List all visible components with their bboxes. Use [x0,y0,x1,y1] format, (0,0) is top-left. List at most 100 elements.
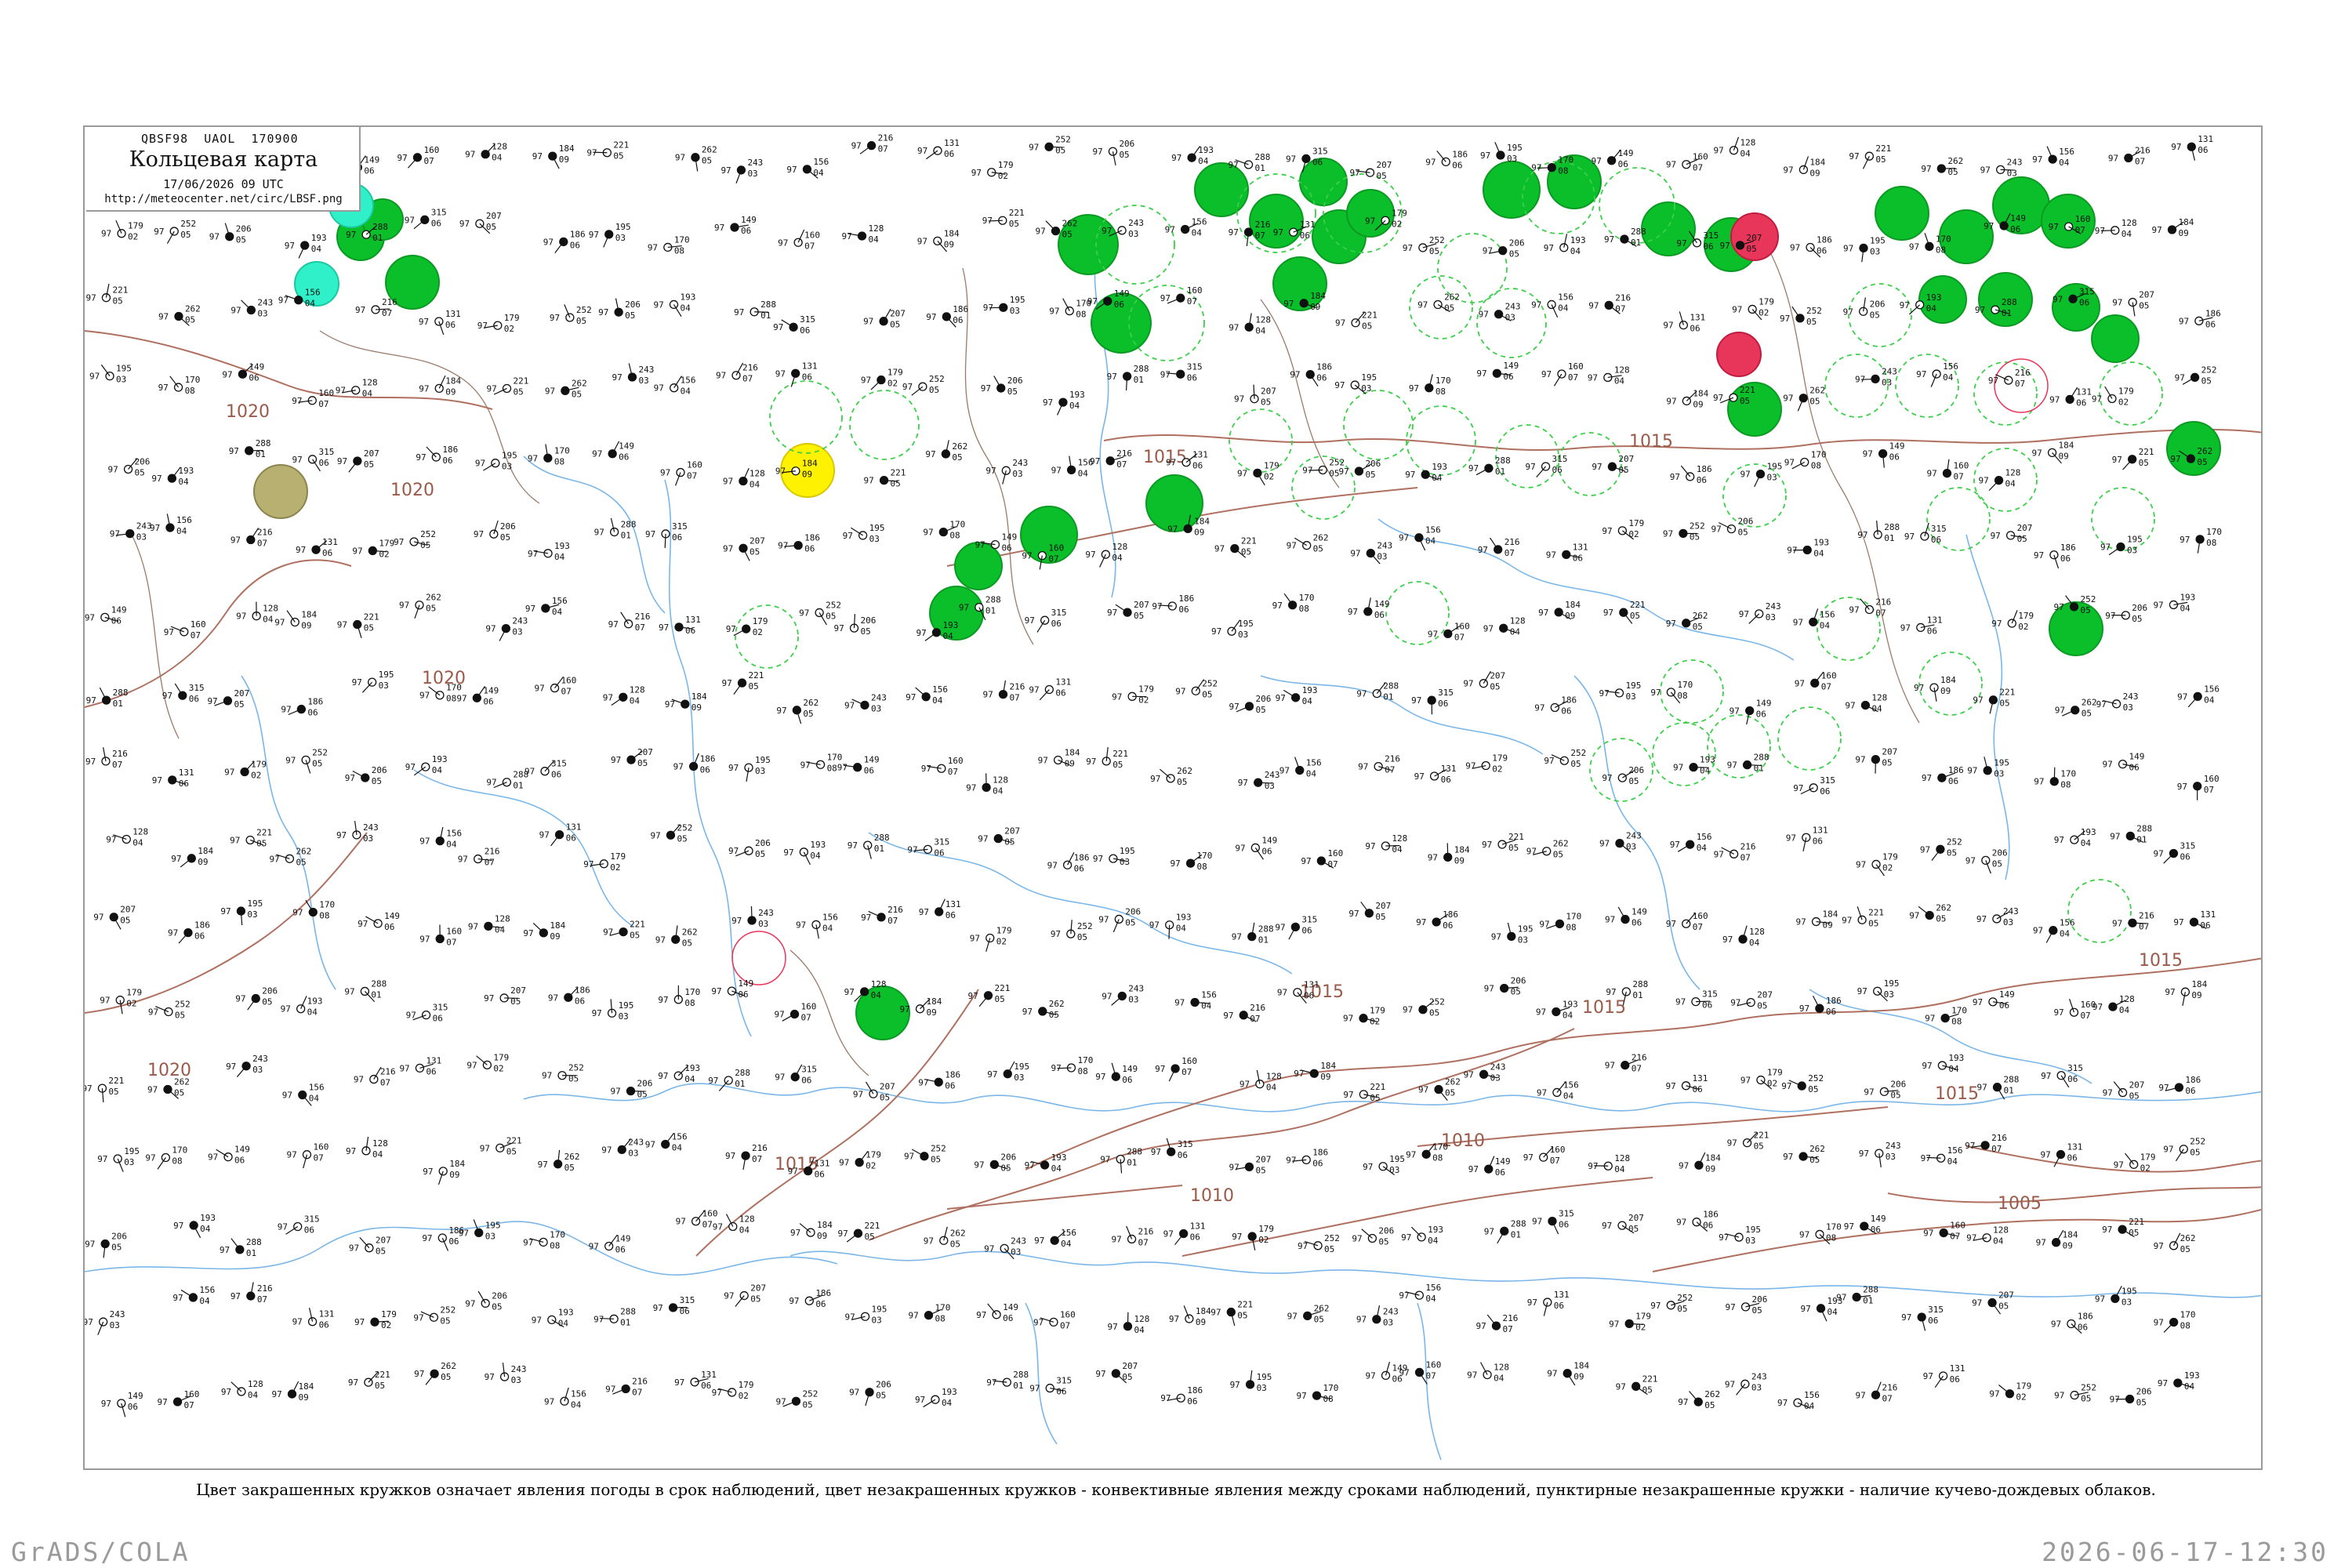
isobar-label: 1020 [390,481,434,500]
station-visibility: 97 [1603,608,1613,618]
station-tendency: 05 [1055,145,1065,155]
station-plot: 16097 07 [397,145,439,169]
station-visibility: 97 [1926,469,1936,479]
station-visibility: 97 [2034,550,2044,561]
station-tendency: 01 [1631,238,1641,248]
station-visibility: 97 [346,1146,356,1156]
station-pressure: 221 [1999,688,2015,698]
station-visibility: 97 [708,1076,718,1086]
station-visibility: 97 [101,229,111,239]
station-pressure: 156 [176,515,192,525]
station-circle [2107,394,2117,404]
station-visibility: 97 [1544,243,1554,253]
station-pressure: 149 [364,155,379,165]
station-pressure: 179 [1258,1224,1274,1234]
station-tendency: 08 [1566,922,1576,932]
station-tendency: 05 [256,838,267,848]
station-plot: 19397 04 [1171,145,1214,166]
station-pressure: 252 [1677,1293,1693,1303]
station-plot: 12897 04 [236,601,278,625]
station-tendency: 05 [375,1381,385,1391]
station-tendency: 06 [953,315,963,325]
station-tendency: 05 [1062,230,1073,240]
station-plot: 25297 05 [1403,235,1445,256]
station-visibility: 97 [1051,1063,1061,1073]
station-pressure: 193 [307,996,323,1007]
station-plot: 1959703 [845,1304,887,1325]
station-plot: 19397 04 [405,754,448,776]
station-visibility: 97 [1287,1311,1298,1321]
station-plot: 1959703 [2100,535,2143,556]
station-tendency: 01 [1632,990,1642,1000]
station-plot: 15697 04 [1537,1080,1579,1101]
station-tendency: 05 [1375,912,1385,922]
station-visibility: 97 [1417,300,1428,310]
station-visibility: 97 [601,1145,612,1155]
station-pressure: 160 [318,388,334,398]
station-visibility: 97 [2175,372,2185,383]
station-pressure: 128 [2122,218,2137,228]
station-pressure: 170 [554,445,570,456]
station-pressure: 243 [747,158,763,168]
station-visibility: 97 [1102,226,1112,236]
weather-map[interactable]: 1020 1020 1020 1020 1015 1015 1015 1015 … [85,127,2263,1470]
station-tendency: 06 [364,166,374,176]
station-pressure: 170 [1566,911,1581,921]
station-tendency: 01 [760,310,771,321]
station-pressure: 262 [1313,533,1329,543]
station-tendency: 06 [1889,452,1900,463]
station-pressure: 160 [184,1389,200,1399]
station-visibility: 97 [1086,757,1096,767]
station-plot: 1499706 [837,755,880,776]
station-plot: 26297 05 [2154,1232,2195,1254]
station-tendency: 06 [1438,699,1448,709]
station-visibility: 97 [1425,157,1436,167]
station-pressure: 156 [1306,758,1322,768]
station-visibility: 97 [1401,1232,1411,1243]
station-tendency: 06 [685,626,695,636]
station-plot: 2079705 [723,535,765,561]
station-visibility: 97 [1343,1014,1353,1024]
station-visibility: 97 [1152,601,1162,612]
station-visibility: 97 [1301,856,1311,866]
station-plot: 21697 07 [458,847,500,868]
station-tendency: 06 [2079,297,2089,307]
station-tendency: 05 [2081,1394,2091,1404]
station-tendency: 04 [739,1225,750,1235]
station-tendency: 08 [684,998,695,1008]
station-tendency: 01 [2004,1086,2014,1096]
station-tendency: 05 [1112,760,1123,770]
station-tendency: 03 [502,462,512,472]
station-pressure: 156 [1192,217,1207,227]
station-visibility: 97 [2053,294,2063,304]
wind-barb [425,1373,435,1385]
station-plot: 28897 01 [1100,1146,1142,1174]
station-pressure: 262 [1062,219,1078,229]
station-plot: 13197 06 [539,822,581,847]
station-plot: 28897 01 [1604,227,1646,248]
station-pressure: 184 [1196,1306,1211,1316]
station-plot: 1709708 [2180,527,2222,554]
station-pressure: 288 [1511,1218,1526,1229]
station-plot: 20697 05 [209,223,252,245]
station-plot: 26297 05 [1783,1144,1825,1165]
station-tendency: 05 [702,156,712,166]
station-tendency: 06 [575,996,585,1006]
station-circle [559,237,568,247]
station-pressure: 195 [124,1146,140,1156]
station-pressure: 186 [1452,149,1468,159]
station-visibility: 97 [775,368,786,379]
station-visibility: 97 [85,612,95,622]
station-visibility: 97 [416,452,426,463]
station-plot: 1709708 [292,900,335,921]
station-tendency: 01 [735,1079,745,1089]
station-visibility: 97 [1650,688,1661,698]
station-circle [1109,854,1118,863]
station-tendency: 05 [890,320,900,330]
station-visibility: 97 [1864,1087,1874,1097]
station-circle [1795,314,1805,323]
station-tendency: 04 [942,631,953,641]
station-plot: 2439703 [1739,601,1781,624]
station-plot: 1709708 [2034,767,2076,790]
station-visibility: 97 [1356,1315,1367,1325]
